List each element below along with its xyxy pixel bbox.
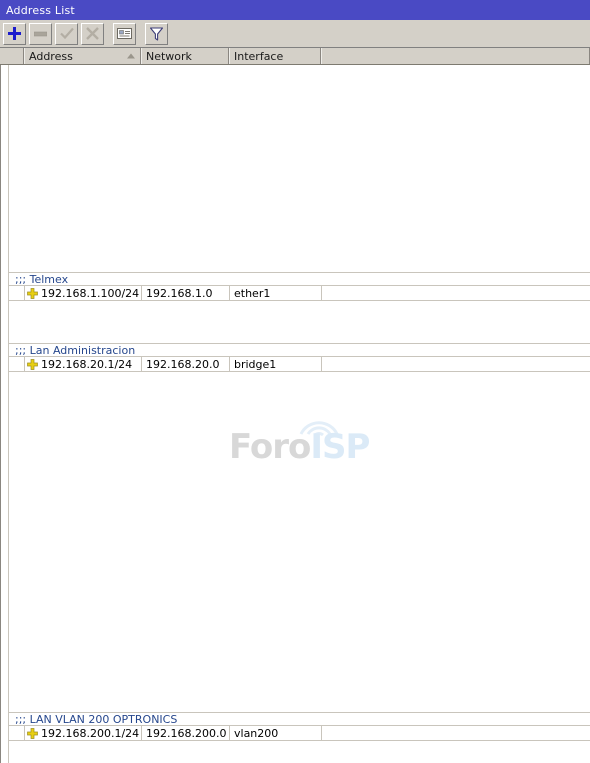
address-list-grid[interactable]: ForoISP ;;; Telmex 192.168.1.100/24 192.… xyxy=(0,65,590,763)
window-title: Address List xyxy=(6,3,75,17)
grid-column-header: Address Network Interface xyxy=(0,48,590,65)
cross-icon xyxy=(86,27,99,40)
enable-button[interactable] xyxy=(55,22,78,45)
comment-row[interactable]: ;;; Lan Administracion xyxy=(1,343,590,357)
cell-address[interactable]: 192.168.200.1/24 xyxy=(25,726,142,740)
toolbar xyxy=(0,20,590,48)
cell-interface-text: vlan200 xyxy=(234,726,279,740)
grid-empty-space xyxy=(1,372,590,712)
column-header-address[interactable]: Address xyxy=(24,48,141,64)
column-header-extra[interactable] xyxy=(321,48,590,64)
filter-button[interactable] xyxy=(145,22,168,45)
cell-interface[interactable]: ether1 xyxy=(230,286,322,300)
comment-row[interactable]: ;;; Telmex xyxy=(1,272,590,286)
grid-rows: ;;; Telmex 192.168.1.100/24 192.168.1.0 … xyxy=(1,65,590,741)
grid-empty-space xyxy=(1,65,590,272)
cell-address-text: 192.168.200.1/24 xyxy=(41,726,140,740)
column-header-interface-label: Interface xyxy=(234,49,284,63)
cell-extra[interactable] xyxy=(322,726,590,740)
window-titlebar: Address List xyxy=(0,0,590,20)
address-cross-icon xyxy=(27,358,38,370)
column-header-network[interactable]: Network xyxy=(141,48,229,64)
column-header-interface[interactable]: Interface xyxy=(229,48,321,64)
cell-interface-text: ether1 xyxy=(234,286,271,300)
cell-interface-text: bridge1 xyxy=(234,357,277,371)
comment-row[interactable]: ;;; LAN VLAN 200 OPTRONICS xyxy=(1,712,590,726)
plus-icon xyxy=(8,27,21,40)
cell-interface[interactable]: bridge1 xyxy=(230,357,322,371)
comment-text: ;;; Lan Administracion xyxy=(15,343,136,357)
cell-interface[interactable]: vlan200 xyxy=(230,726,322,740)
minus-icon xyxy=(34,30,47,37)
cell-address-text: 192.168.1.100/24 xyxy=(41,286,140,300)
sort-ascending-icon xyxy=(127,53,135,59)
remove-button[interactable] xyxy=(29,22,52,45)
comment-text: ;;; Telmex xyxy=(15,272,69,286)
cell-network-text: 192.168.20.0 xyxy=(146,357,220,371)
check-icon xyxy=(59,27,74,40)
column-header-network-label: Network xyxy=(146,49,192,63)
address-list-window: Address List Address Network Interface F… xyxy=(0,0,590,763)
grid-left-gutter xyxy=(1,65,9,763)
add-button[interactable] xyxy=(3,22,26,45)
cell-extra[interactable] xyxy=(322,357,590,371)
cell-address-text: 192.168.20.1/24 xyxy=(41,357,133,371)
table-row[interactable]: 192.168.200.1/24 192.168.200.0 vlan200 xyxy=(1,726,590,741)
funnel-icon xyxy=(150,26,163,41)
comment-button[interactable] xyxy=(113,22,136,45)
address-cross-icon xyxy=(27,287,38,299)
grid-empty-space xyxy=(1,301,590,343)
cell-address[interactable]: 192.168.20.1/24 xyxy=(25,357,142,371)
comment-icon xyxy=(117,27,132,40)
table-row[interactable]: 192.168.20.1/24 192.168.20.0 bridge1 xyxy=(1,357,590,372)
cell-network[interactable]: 192.168.1.0 xyxy=(142,286,230,300)
column-header-marker[interactable] xyxy=(0,48,24,64)
comment-text: ;;; LAN VLAN 200 OPTRONICS xyxy=(15,712,178,726)
cell-network[interactable]: 192.168.200.0 xyxy=(142,726,230,740)
cell-network[interactable]: 192.168.20.0 xyxy=(142,357,230,371)
address-cross-icon xyxy=(27,727,38,739)
table-row[interactable]: 192.168.1.100/24 192.168.1.0 ether1 xyxy=(1,286,590,301)
cell-extra[interactable] xyxy=(322,286,590,300)
cell-network-text: 192.168.1.0 xyxy=(146,286,213,300)
disable-button[interactable] xyxy=(81,22,104,45)
cell-address[interactable]: 192.168.1.100/24 xyxy=(25,286,142,300)
cell-network-text: 192.168.200.0 xyxy=(146,726,227,740)
column-header-address-label: Address xyxy=(29,49,73,63)
